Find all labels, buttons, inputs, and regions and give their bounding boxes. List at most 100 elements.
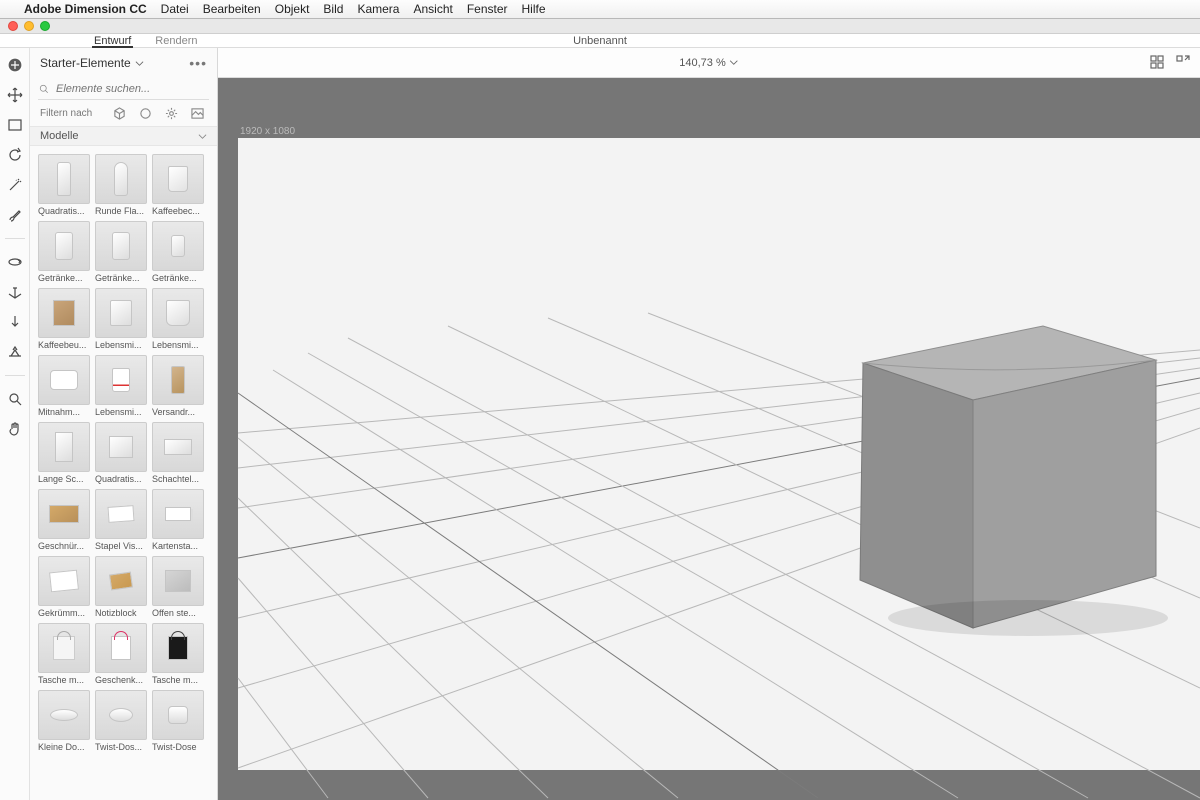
asset-item[interactable]: Getränke... bbox=[152, 221, 204, 283]
wand-icon[interactable] bbox=[6, 176, 24, 194]
menu-bild[interactable]: Bild bbox=[323, 2, 343, 16]
view-grid-icon[interactable] bbox=[1150, 55, 1166, 71]
asset-item[interactable]: Lebensmi... bbox=[95, 288, 147, 350]
hand-icon[interactable] bbox=[6, 420, 24, 438]
brush-icon[interactable] bbox=[6, 206, 24, 224]
asset-item[interactable]: Kaffeebec... bbox=[152, 154, 204, 216]
tab-render[interactable]: Rendern bbox=[143, 34, 209, 47]
asset-item[interactable]: Lange Sc... bbox=[38, 422, 90, 484]
add-icon[interactable] bbox=[6, 56, 24, 74]
menu-kamera[interactable]: Kamera bbox=[357, 2, 399, 16]
asset-item[interactable]: Tasche m... bbox=[38, 623, 90, 685]
asset-item[interactable]: Kleine Do... bbox=[38, 690, 90, 752]
asset-item-label: Kaffeebeu... bbox=[38, 340, 90, 350]
zoom-control[interactable]: 140,73 % bbox=[679, 57, 738, 69]
document-title: Unbenannt bbox=[573, 35, 627, 47]
asset-item[interactable]: Mitnahm... bbox=[38, 355, 90, 417]
filter-models-icon[interactable] bbox=[112, 106, 126, 120]
asset-item-label: Lebensmi... bbox=[95, 340, 147, 350]
asset-item-label: Versandr... bbox=[152, 407, 204, 417]
filter-row: Filtern nach bbox=[30, 106, 217, 126]
asset-item[interactable]: Runde Fla... bbox=[95, 154, 147, 216]
section-label: Modelle bbox=[40, 130, 79, 142]
assets-panel-title[interactable]: Starter-Elemente bbox=[40, 56, 144, 70]
asset-item-label: Twist-Dose bbox=[152, 742, 204, 752]
asset-item[interactable]: Lebensmi... bbox=[95, 355, 147, 417]
asset-item[interactable]: Geschnür... bbox=[38, 489, 90, 551]
assets-search[interactable] bbox=[38, 78, 209, 100]
fullscreen-icon[interactable] bbox=[40, 21, 50, 31]
canvas-area: 140,73 % 1920 x 1080 bbox=[218, 48, 1200, 800]
minimize-icon[interactable] bbox=[24, 21, 34, 31]
menu-bearbeiten[interactable]: Bearbeiten bbox=[203, 2, 261, 16]
move-icon[interactable] bbox=[6, 86, 24, 104]
asset-item[interactable]: Tasche m... bbox=[152, 623, 204, 685]
anchor-icon[interactable] bbox=[6, 283, 24, 301]
horizon-icon[interactable] bbox=[6, 343, 24, 361]
asset-item[interactable]: Quadratis... bbox=[95, 422, 147, 484]
menu-objekt[interactable]: Objekt bbox=[275, 2, 310, 16]
orbit-icon[interactable] bbox=[6, 253, 24, 271]
asset-item-label: Getränke... bbox=[152, 273, 204, 283]
asset-item[interactable]: Quadratis... bbox=[38, 154, 90, 216]
filter-images-icon[interactable] bbox=[190, 106, 204, 120]
app-name[interactable]: Adobe Dimension CC bbox=[24, 2, 147, 16]
asset-item[interactable]: Twist-Dose bbox=[152, 690, 204, 752]
asset-item-label: Stapel Vis... bbox=[95, 541, 147, 551]
filter-lights-icon[interactable] bbox=[164, 106, 178, 120]
view-expand-icon[interactable] bbox=[1176, 55, 1192, 71]
asset-item-label: Twist-Dos... bbox=[95, 742, 147, 752]
asset-item[interactable]: Kartensta... bbox=[152, 489, 204, 551]
asset-item[interactable]: Lebensmi... bbox=[152, 288, 204, 350]
asset-item[interactable]: Getränke... bbox=[38, 221, 90, 283]
asset-item-label: Kleine Do... bbox=[38, 742, 90, 752]
asset-item[interactable]: Twist-Dos... bbox=[95, 690, 147, 752]
panel-title-label: Starter-Elemente bbox=[40, 56, 131, 70]
asset-item-label: Tasche m... bbox=[152, 675, 204, 685]
asset-item[interactable]: Notizblock bbox=[95, 556, 147, 618]
drop-icon[interactable] bbox=[6, 313, 24, 331]
mac-menubar: Adobe Dimension CC Datei Bearbeiten Obje… bbox=[0, 0, 1200, 19]
asset-item-label: Geschenk... bbox=[95, 675, 147, 685]
panel-more-icon[interactable]: ••• bbox=[189, 55, 207, 71]
search-input[interactable] bbox=[56, 83, 209, 95]
window-titlebar bbox=[0, 19, 1200, 34]
asset-item[interactable]: Offen ste... bbox=[152, 556, 204, 618]
scene-object-cube[interactable] bbox=[848, 318, 1168, 638]
zoom-icon[interactable] bbox=[6, 390, 24, 408]
asset-item-label: Getränke... bbox=[38, 273, 90, 283]
asset-item-label: Geschnür... bbox=[38, 541, 90, 551]
menu-hilfe[interactable]: Hilfe bbox=[522, 2, 546, 16]
chevron-down-icon bbox=[135, 59, 144, 68]
menu-ansicht[interactable]: Ansicht bbox=[413, 2, 452, 16]
zoom-value: 140,73 % bbox=[679, 57, 725, 69]
assets-panel: Starter-Elemente ••• Filtern nach Modell… bbox=[30, 48, 218, 800]
asset-item[interactable]: Kaffeebeu... bbox=[38, 288, 90, 350]
asset-item[interactable]: Geschenk... bbox=[95, 623, 147, 685]
menu-datei[interactable]: Datei bbox=[161, 2, 189, 16]
asset-item-label: Lebensmi... bbox=[152, 340, 204, 350]
asset-item[interactable]: Stapel Vis... bbox=[95, 489, 147, 551]
asset-item[interactable]: Gekrümm... bbox=[38, 556, 90, 618]
asset-item-label: Getränke... bbox=[95, 273, 147, 283]
filter-materials-icon[interactable] bbox=[138, 106, 152, 120]
asset-item[interactable]: Getränke... bbox=[95, 221, 147, 283]
asset-item[interactable]: Versandr... bbox=[152, 355, 204, 417]
asset-item-label: Kartensta... bbox=[152, 541, 204, 551]
menu-fenster[interactable]: Fenster bbox=[467, 2, 508, 16]
search-icon bbox=[38, 83, 50, 95]
asset-item-label: Gekrümm... bbox=[38, 608, 90, 618]
chevron-down-icon bbox=[730, 58, 739, 67]
rect-icon[interactable] bbox=[6, 116, 24, 134]
asset-item-label: Kaffeebec... bbox=[152, 206, 204, 216]
asset-item-label: Offen ste... bbox=[152, 608, 204, 618]
asset-item-label: Lange Sc... bbox=[38, 474, 90, 484]
close-icon[interactable] bbox=[8, 21, 18, 31]
rotate-icon[interactable] bbox=[6, 146, 24, 164]
asset-item-label: Schachtel... bbox=[152, 474, 204, 484]
canvas-toolbar: 140,73 % bbox=[218, 48, 1200, 78]
section-models[interactable]: Modelle bbox=[30, 126, 217, 146]
viewport[interactable]: 1920 x 1080 bbox=[218, 78, 1200, 800]
tab-design[interactable]: Entwurf bbox=[82, 34, 143, 47]
asset-item[interactable]: Schachtel... bbox=[152, 422, 204, 484]
